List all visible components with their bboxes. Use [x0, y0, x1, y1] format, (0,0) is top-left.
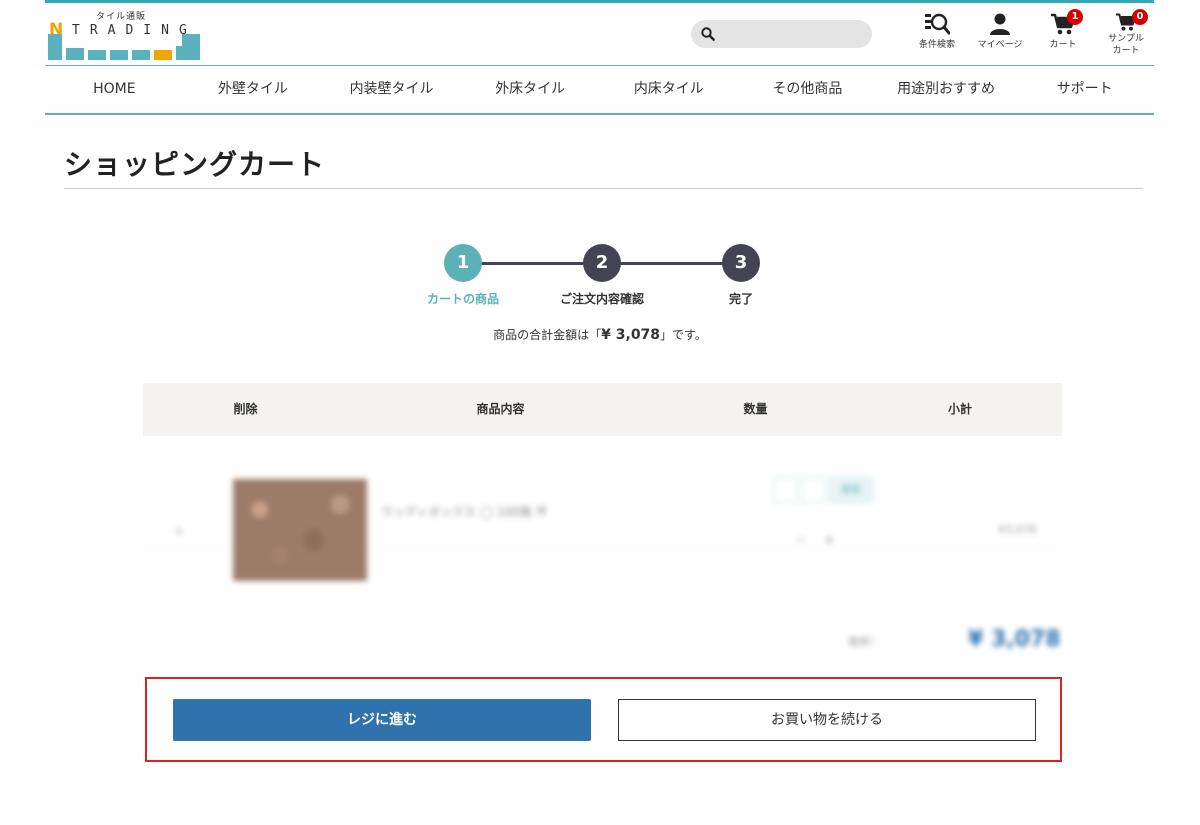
nav-item-exterior-floor[interactable]: 外床タイル [461, 66, 600, 113]
row-subtotal: ¥3,078 [998, 523, 1037, 536]
cart-table: 削除 商品内容 数量 小計 × ウッディボックス ◯ 100角 平 更新 − +… [143, 383, 1062, 652]
page-title: ショッピングカート [64, 148, 326, 181]
update-quantity-button[interactable]: 更新 [829, 477, 873, 503]
search-icon [701, 27, 715, 41]
logo-bar [132, 50, 150, 60]
global-nav: HOME 外壁タイル 内装壁タイル 外床タイル 内床タイル その他商品 用途別お… [45, 66, 1154, 113]
header-mypage[interactable]: マイページ [967, 12, 1033, 51]
step-1-label: カートの商品 [426, 292, 499, 306]
header-icon-label: カート [1049, 40, 1077, 50]
header-icon-label: サンプル カート [1108, 34, 1144, 56]
header-search-filter[interactable]: 条件検索 [904, 12, 970, 51]
quantity-stepper: − + [795, 533, 835, 548]
quantity-editor: 更新 [773, 477, 873, 503]
nav-item-by-use[interactable]: 用途別おすすめ [877, 66, 1016, 113]
nav-item-exterior-wall[interactable]: 外壁タイル [184, 66, 323, 113]
product-name-link[interactable]: ウッディボックス ◯ 100角 平 [381, 503, 548, 520]
total-message-prefix: 商品の合計金額は「 [493, 328, 602, 342]
continue-shopping-button[interactable]: お買い物を続ける [618, 699, 1036, 741]
total-message-suffix: 」です。 [660, 328, 707, 342]
product-thumbnail[interactable] [233, 479, 367, 581]
remove-item-button[interactable]: × [174, 524, 184, 538]
logo-bar [110, 50, 128, 60]
step-connector [602, 262, 742, 265]
quantity-input[interactable] [801, 477, 825, 503]
cart-total-message: 商品の合計金額は「¥ 3,078」です。 [0, 326, 1200, 343]
logo-wordmark: TRADING [72, 23, 197, 38]
nav-item-interior-floor[interactable]: 内床タイル [600, 66, 739, 113]
checkout-steps: 1 2 3 カートの商品 ご注文内容確認 完了 [410, 244, 790, 314]
table-row: × ウッディボックス ◯ 100角 平 更新 − + ¥3,078 [143, 383, 1062, 581]
header-icon-label: マイページ [977, 40, 1023, 50]
logo-bar [182, 34, 200, 60]
logo-bar [88, 50, 106, 60]
site-header: タイル通販 N TRADING 条件検索 マイページ 1 カート 0 サンプル … [45, 0, 1154, 115]
logo-bar [48, 34, 62, 60]
search-filter-icon [925, 13, 950, 35]
header-cart[interactable]: 1 カート [1030, 9, 1096, 51]
logo-bar [66, 48, 84, 60]
cart-actions-highlight: レジに進む お買い物を続ける [145, 677, 1062, 762]
logo-subtitle: タイル通販 [96, 12, 147, 22]
nav-item-interior-wall[interactable]: 内装壁タイル [322, 66, 461, 113]
step-2-circle: 2 [583, 244, 621, 282]
step-3-circle: 3 [722, 244, 760, 282]
total-amount: ¥ 3,078 [601, 327, 661, 343]
sample-cart-count-badge: 0 [1132, 9, 1148, 25]
quantity-input[interactable] [773, 477, 797, 503]
cart-count-badge: 1 [1067, 9, 1083, 25]
nav-bottom-line [45, 113, 1154, 115]
nav-item-home[interactable]: HOME [45, 66, 184, 113]
header-top-line [45, 0, 1154, 3]
total-label: 合計： [848, 635, 881, 648]
logo-bar [154, 50, 172, 60]
checkout-button[interactable]: レジに進む [173, 699, 591, 741]
step-1-circle: 1 [444, 244, 482, 282]
header-sample-cart[interactable]: 0 サンプル カート [1093, 9, 1159, 57]
user-icon [990, 13, 1010, 35]
search-input[interactable] [721, 24, 861, 44]
step-2-label: ご注文内容確認 [559, 292, 644, 306]
title-divider [64, 188, 1143, 189]
search-bar[interactable] [691, 20, 872, 48]
nav-item-support[interactable]: サポート [1015, 66, 1154, 113]
decrement-button[interactable]: − [795, 533, 806, 548]
increment-button[interactable]: + [824, 533, 835, 548]
step-3-label: 完了 [728, 292, 753, 306]
total-value: ¥ 3,078 [968, 627, 1061, 652]
header-icon-label: 条件検索 [918, 40, 955, 50]
step-connector [462, 262, 602, 265]
site-logo[interactable]: タイル通販 N TRADING [48, 8, 203, 62]
nav-item-other-products[interactable]: その他商品 [738, 66, 877, 113]
